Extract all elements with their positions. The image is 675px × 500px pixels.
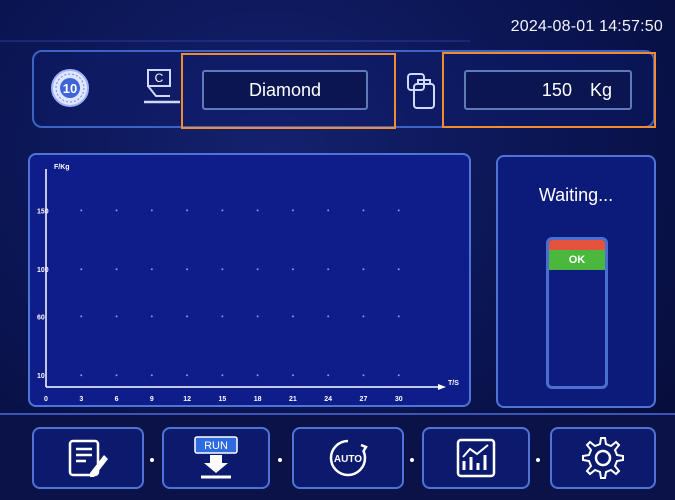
grid-dot [362,315,365,318]
grid-dot [256,374,259,377]
grid-dot [80,315,83,318]
x-tick-label: 0 [44,396,48,403]
grid-dot [362,209,365,212]
x-tick-label: 24 [324,396,332,403]
x-tick-label: 3 [79,396,83,403]
nav-separator-dot [278,458,282,462]
x-tick-label: 15 [218,396,226,403]
grid-dot [221,209,224,212]
auto-button[interactable]: AUTO [292,427,404,489]
grid-dot [362,374,365,377]
indenter-icon[interactable]: C [140,66,184,110]
edit-button[interactable] [32,427,144,489]
nav-separator-dot [150,458,154,462]
status-text: Waiting... [538,185,614,205]
edit-document-icon [68,439,108,477]
grid-dot [397,315,400,318]
gear-icon [582,437,624,479]
grid-dot [80,209,83,212]
force-highlight-box [442,52,656,128]
grid-dot [186,374,189,377]
grid-dot [362,268,365,271]
x-tick-label: 27 [360,396,368,403]
header-divider [0,40,470,42]
grid-dot [115,268,118,271]
x-tick-label: 18 [254,396,262,403]
x-tick-label: 9 [150,396,154,403]
x-tick-label: 6 [115,396,119,403]
x-tick-label: 30 [395,396,403,403]
x-tick-label: 21 [289,396,297,403]
grid-dot [291,374,294,377]
nav-separator-dot [410,458,414,462]
grid-dot [221,268,224,271]
run-icon: RUN [194,436,238,479]
y-axis-label: F/Kg [54,164,70,171]
status-indicator: OK [546,237,608,389]
grid-dot [221,374,224,377]
grid-dot [115,374,118,377]
grid-dot [397,209,400,212]
grid-dot [397,268,400,271]
grid-dot [327,268,330,271]
grid-dot [327,374,330,377]
y-tick-label: 10 [37,373,45,380]
status-panel: Waiting... OK [496,155,656,408]
grid-dot [115,315,118,318]
grid-dot [291,268,294,271]
chart-icon [456,438,496,478]
grid-dot [256,315,259,318]
auto-label: AUTO [334,454,362,465]
grid-dot [150,268,153,271]
chart-button[interactable] [422,427,530,489]
grid-dot [115,209,118,212]
grid-dot [186,268,189,271]
grid-dot [256,268,259,271]
datetime-display: 2024-08-01 14:57:50 [510,18,663,35]
auto-icon: AUTO [329,439,368,477]
x-tick-label: 12 [183,396,191,403]
ok-light: OK [549,250,605,270]
run-label: RUN [204,440,228,452]
chart-canvas: 0 3 6 9 12 15 18 21 24 27 30 10 60 100 150 F/Kg T/S [37,164,459,403]
grid-dot [327,209,330,212]
x-axis-label: T/S [448,380,459,387]
y-tick-label: 150 [37,208,49,215]
grid-dot [291,315,294,318]
grid-dot [291,209,294,212]
grid-dot [80,268,83,271]
grid-dot [186,315,189,318]
grid-dot [186,209,189,212]
grid-dot [397,374,400,377]
grid-dot [150,374,153,377]
weight-icon[interactable] [404,70,442,112]
indenter-letter: C [155,71,164,85]
x-axis-arrow [438,384,446,390]
hardness-scale-value: 10 [63,81,77,96]
run-button[interactable]: RUN [162,427,270,489]
nav-separator-dot [536,458,540,462]
hmi-screen: 2024-08-01 14:57:50 10 C Diamond 150 Kg … [0,0,675,500]
grid-dot [150,209,153,212]
grid-dot [256,209,259,212]
settings-button[interactable] [550,427,656,489]
grid-dot [150,315,153,318]
grid-dot [327,315,330,318]
indenter-highlight-box [181,53,396,129]
ok-label: OK [568,254,586,266]
y-tick-label: 100 [37,267,49,274]
grid-dot [80,374,83,377]
force-time-chart: 0 3 6 9 12 15 18 21 24 27 30 10 60 100 150 F/Kg T/S [28,153,471,407]
hardness-scale-icon[interactable]: 10 [50,68,90,108]
y-tick-label: 60 [37,314,45,321]
grid-dot [221,315,224,318]
alarm-light [549,240,605,250]
